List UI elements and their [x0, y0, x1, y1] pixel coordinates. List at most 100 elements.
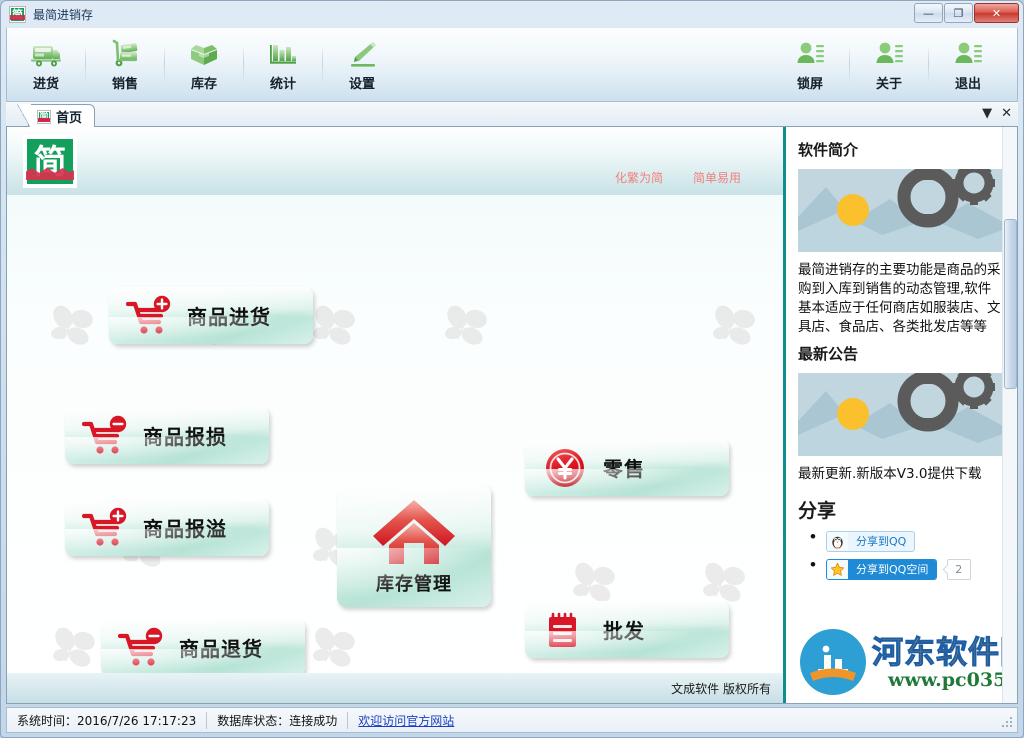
tab-home-label: 首页 [56, 111, 83, 126]
action-button-return[interactable]: 商品退货 [101, 619, 305, 673]
close-tab-icon[interactable]: ✕ [1001, 106, 1012, 121]
watermark-text: 河东软件园 [872, 635, 1018, 672]
main-pane: 简 化繁为简 简单易用 商品进货 商品报损 商品报溢 商品退货 库存管理 零售 … [7, 127, 786, 703]
action-button-wholesale-label: 批发 [603, 619, 645, 643]
action-button-return-label: 商品退货 [179, 637, 263, 661]
watermark-url: www.pc0359.cn [888, 669, 1017, 691]
toolbar-item-lockscreen[interactable]: 锁屏 [771, 28, 849, 101]
action-button-inventory-mgmt[interactable]: 库存管理 [337, 485, 491, 607]
toolbar-item-sales[interactable]: 销售 [86, 28, 164, 101]
action-button-overflow[interactable]: 商品报溢 [65, 499, 269, 556]
toolbar-left-group: 进货 销售 库存 统计 设置 [7, 28, 401, 101]
pencil-icon [351, 42, 376, 67]
action-button-purchase[interactable]: 商品进货 [109, 287, 313, 344]
share-heading: 分享 [798, 500, 837, 522]
toolbar-item-purchase[interactable]: 进货 [7, 28, 85, 101]
qq-penguin-icon [827, 532, 848, 551]
clover-decoration-icon [313, 627, 355, 667]
user-card-icon [876, 42, 903, 63]
cart-minus-icon [117, 627, 163, 666]
clover-decoration-icon [445, 305, 487, 345]
list-item: 分享到QQ [810, 527, 1003, 552]
action-button-overflow-label: 商品报溢 [143, 517, 227, 541]
intro-text: 最简进销存的主要功能是商品的采购到入库到销售的动态管理,软件基本适应于任何商店如… [798, 262, 1001, 335]
button-canvas: 商品进货 商品报损 商品报溢 商品退货 库存管理 零售 批发 [7, 195, 783, 673]
action-button-loss-label: 商品报损 [143, 425, 227, 449]
action-button-retail[interactable]: 零售 [525, 439, 729, 496]
user-card-icon [955, 42, 982, 63]
toolbar-item-about[interactable]: 关于 [850, 28, 928, 101]
watermark-badge-icon [800, 629, 866, 695]
toolbar-right-group: 锁屏 关于 退出 [771, 28, 1007, 101]
intro-heading: 软件简介 [798, 141, 859, 159]
toolbar-item-about-label: 关于 [875, 77, 902, 92]
bar-chart-icon [270, 45, 296, 64]
title-bar: 简 最简进销存 — ❐ ✕ [1, 1, 1023, 27]
brand-band: 简 化繁为简 简单易用 [7, 127, 783, 195]
share-qzone-button[interactable]: 分享到QQ空间 [826, 559, 938, 580]
share-list: 分享到QQ 分享到QQ空间 2 [810, 527, 1003, 580]
toolbar-item-inventory[interactable]: 库存 [165, 28, 243, 101]
resize-grip[interactable] [1001, 716, 1014, 729]
toolbar-item-settings[interactable]: 设置 [323, 28, 401, 101]
window-controls: — ❐ ✕ [914, 3, 1019, 23]
gears-landscape-image [798, 169, 1016, 252]
action-button-inventory-mgmt-label: 库存管理 [376, 574, 452, 595]
maximize-button[interactable]: ❐ [944, 3, 973, 23]
toolbar-item-lockscreen-label: 锁屏 [796, 77, 823, 92]
action-button-wholesale[interactable]: 批发 [525, 601, 729, 658]
body-area: 简 化繁为简 简单易用 商品进货 商品报损 商品报溢 商品退货 库存管理 零售 … [6, 127, 1018, 704]
close-button[interactable]: ✕ [974, 3, 1019, 23]
hand-truck-icon [112, 39, 138, 67]
site-watermark: 河东软件园 www.pc0359.cn [798, 623, 1017, 703]
tab-tools: ▼ ✕ [982, 106, 1012, 121]
app-logo-icon: 简 [9, 5, 26, 23]
qzone-star-icon [827, 560, 848, 579]
notepad-icon [549, 612, 576, 647]
chevron-down-icon[interactable]: ▼ [982, 106, 992, 121]
gears-landscape-image [798, 373, 1016, 456]
toolbar-item-purchase-label: 进货 [32, 77, 59, 92]
toolbar-item-settings-label: 设置 [348, 77, 375, 92]
tab-home[interactable]: 简 首页 [16, 104, 96, 129]
cart-plus-icon [81, 507, 127, 546]
sidebar-scrollbar-thumb[interactable] [1004, 219, 1017, 389]
action-button-retail-label: 零售 [603, 457, 645, 481]
status-db-state: 数据库状态：连接成功 [217, 713, 338, 728]
brand-logo: 简 [23, 135, 77, 188]
news-heading: 最新公告 [798, 345, 859, 363]
yuan-coin-icon [546, 448, 584, 487]
open-box-icon [191, 45, 217, 65]
toolbar-item-statistics-label: 统计 [269, 77, 296, 92]
clover-decoration-icon [51, 305, 93, 345]
info-sidebar: 软件简介 最简进销存的主要功能是商品的采购到入库到销售的动态管理,软件基本适应于… [786, 127, 1017, 703]
share-qzone-count[interactable]: 2 [946, 559, 971, 580]
slogan-part-2: 简单易用 [692, 171, 741, 185]
status-system-time: 系统时间：2016/7/26 17:17:23 [17, 713, 197, 728]
share-qq-label: 分享到QQ [856, 535, 907, 548]
app-logo-icon: 简 [37, 109, 51, 124]
news-text: 最新更新.新版本V3.0提供下载 [798, 466, 982, 482]
slogan: 化繁为简 简单易用 [615, 169, 741, 186]
copyright-footer: 文成软件 版权所有 [7, 673, 783, 703]
status-bar: 系统时间：2016/7/26 17:17:23 数据库状态：连接成功 欢迎访问官… [6, 707, 1018, 733]
sidebar-scrollbar[interactable] [1002, 127, 1017, 703]
share-qq-button[interactable]: 分享到QQ [826, 531, 916, 552]
clover-decoration-icon [53, 627, 95, 667]
house-icon [373, 500, 455, 564]
truck-icon [31, 46, 61, 67]
share-qzone-label: 分享到QQ空间 [848, 560, 937, 579]
minimize-button[interactable]: — [914, 3, 943, 23]
cart-minus-icon [81, 415, 127, 454]
toolbar-item-sales-label: 销售 [111, 77, 138, 92]
copyright-text: 文成软件 版权所有 [671, 681, 771, 696]
toolbar-item-statistics[interactable]: 统计 [244, 28, 322, 101]
action-button-loss[interactable]: 商品报损 [65, 407, 269, 464]
status-official-site-link[interactable]: 欢迎访问官方网站 [358, 712, 454, 729]
toolbar-item-exit[interactable]: 退出 [929, 28, 1007, 101]
slogan-part-1: 化繁为简 [614, 171, 663, 185]
main-toolbar: 进货 销售 库存 统计 设置 锁屏 关于 退出 [6, 28, 1018, 102]
application-window: 简 最简进销存 — ❐ ✕ [0, 0, 1024, 738]
action-button-purchase-label: 商品进货 [187, 305, 271, 329]
cart-plus-icon [125, 295, 171, 334]
